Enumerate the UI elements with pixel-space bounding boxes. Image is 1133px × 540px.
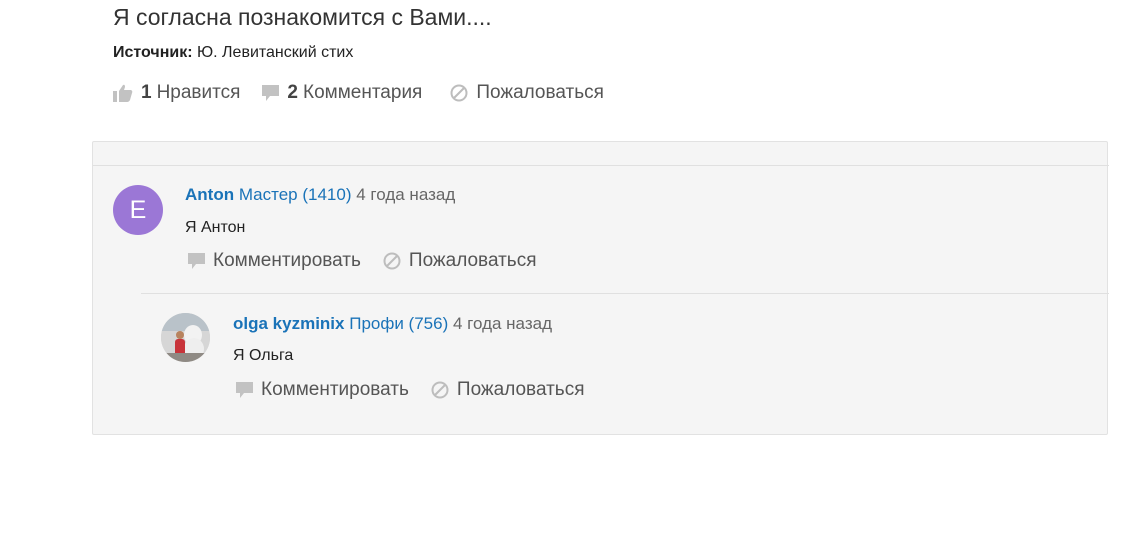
comments-panel: E Anton Мастер (1410) 4 года назад Я Ант… <box>92 141 1109 435</box>
comment-author[interactable]: olga kyzminix <box>233 314 344 333</box>
report-question-button[interactable]: Пожаловаться <box>450 82 604 104</box>
reply-label: Комментировать <box>261 379 409 400</box>
comment-author[interactable]: Anton <box>185 185 234 204</box>
speech-bubble-icon <box>262 85 280 101</box>
comment-text: Я Антон <box>185 219 246 236</box>
avatar[interactable] <box>161 313 210 362</box>
report-label: Пожаловаться <box>476 82 604 103</box>
report-comment-button[interactable]: Пожаловаться <box>431 379 585 401</box>
thumbs-up-icon <box>113 84 133 102</box>
like-label: Нравится <box>156 82 241 103</box>
report-comment-button[interactable]: Пожаловаться <box>383 250 537 272</box>
comments-count-button[interactable]: 2 Комментария <box>262 82 422 104</box>
report-label: Пожаловаться <box>456 379 585 400</box>
question-source: Источник: Ю. Левитанский стих <box>113 44 353 62</box>
comment-actions: Комментировать Пожаловаться <box>236 377 584 403</box>
reply-button[interactable]: Комментировать <box>236 379 409 401</box>
reply-label: Комментировать <box>213 250 361 271</box>
avatar-photo-icon <box>161 313 210 362</box>
speech-bubble-icon <box>236 382 253 398</box>
comment-text: Я Ольга <box>233 347 294 364</box>
like-button[interactable]: 1 Нравится <box>113 82 240 104</box>
like-count: 1 <box>141 82 152 103</box>
divider <box>93 165 1109 166</box>
avatar-letter: E <box>129 195 147 224</box>
report-label: Пожаловаться <box>408 250 537 271</box>
comment-header: olga kyzminix Профи (756) 4 года назад <box>233 314 552 334</box>
ban-icon <box>431 381 449 399</box>
ban-icon <box>450 84 468 102</box>
comment-rank[interactable]: Мастер (1410) <box>239 185 352 204</box>
speech-bubble-icon <box>188 253 205 269</box>
source-label: Источник: <box>113 44 193 61</box>
comment-header: Anton Мастер (1410) 4 года назад <box>185 185 455 205</box>
question-actions: 1 Нравится 2 Комментария Пожаловаться <box>113 80 604 106</box>
source-value: Ю. Левитанский стих <box>196 44 354 61</box>
comment-rank[interactable]: Профи (756) <box>349 314 448 333</box>
comment-actions: Комментировать Пожаловаться <box>188 248 536 274</box>
divider <box>141 293 1109 294</box>
comment-count: 2 <box>287 82 298 103</box>
comment-time: 4 года назад <box>356 185 456 204</box>
comment-time: 4 года назад <box>452 314 552 333</box>
question-title: Я согласна познакомится с Вами.... <box>113 4 492 30</box>
ban-icon <box>383 252 401 270</box>
comment-count-label: Комментария <box>303 82 423 103</box>
avatar[interactable]: E <box>113 185 163 235</box>
reply-button[interactable]: Комментировать <box>188 250 361 272</box>
